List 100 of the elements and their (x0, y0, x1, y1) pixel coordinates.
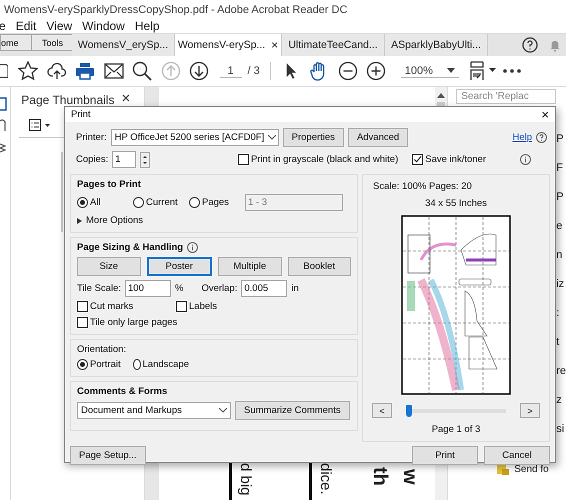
printer-dropdown[interactable]: HP OfficeJet 5200 series [ACFD0F] (110, 129, 279, 146)
search-field[interactable]: Search 'Replac (456, 89, 556, 104)
menu-item[interactable]: View (46, 20, 72, 33)
unit-label: % (175, 283, 184, 294)
checkbox-label: Print in grayscale (black and white) (250, 154, 398, 165)
info-icon[interactable] (187, 242, 198, 253)
help-icon[interactable] (522, 37, 538, 53)
help-link[interactable]: Help (512, 132, 532, 143)
menu-item[interactable]: Edit (16, 20, 36, 33)
mode-button[interactable]: Booklet (288, 257, 351, 276)
tool-label[interactable]: P (556, 190, 566, 204)
overlap-field[interactable]: 0.005 (241, 280, 288, 297)
checkbox-label: Cut marks (90, 301, 134, 312)
checkbox-label: Labels (189, 301, 217, 312)
page-number-field[interactable]: 1 (220, 64, 242, 78)
field-label: Overlap: (201, 283, 238, 294)
tab[interactable]: UltimateTeeCand... (282, 34, 385, 56)
zoom-in-icon[interactable] (366, 61, 386, 81)
mode-button[interactable]: Size (77, 257, 140, 276)
section-title: Page Sizing & Handling (77, 242, 184, 253)
tool-label[interactable]: t (556, 335, 566, 349)
more-icon[interactable] (502, 69, 521, 73)
radio-label: Pages (202, 197, 229, 208)
window-title: WomensV-erySparklyDressCopyShop.pdf - Adobe Acrobat Reader DC (4, 4, 348, 16)
slider-thumb[interactable] (406, 404, 412, 416)
star-icon[interactable] (18, 61, 38, 81)
copies-field[interactable]: 1 (112, 151, 136, 168)
checkbox[interactable] (77, 317, 88, 328)
tool-label[interactable]: si (556, 422, 566, 436)
radio-label: Landscape (142, 359, 189, 370)
tile-scale-field[interactable]: 100 (125, 280, 171, 297)
radio-label: Current (146, 197, 178, 208)
tool-label[interactable]: e (556, 219, 566, 233)
options-icon[interactable] (29, 119, 52, 131)
caret-icon[interactable] (446, 68, 455, 73)
mode-button[interactable]: Multiple (218, 257, 282, 276)
comments-dropdown[interactable]: Document and Markups (77, 402, 231, 419)
scroll-up-icon[interactable] (437, 93, 446, 98)
spinner-icon[interactable] (140, 152, 150, 168)
section-title: Comments & Forms (77, 386, 168, 397)
previous-page-button[interactable]: < (372, 403, 392, 418)
search-icon[interactable] (132, 61, 152, 81)
checkbox[interactable] (77, 301, 88, 312)
mode-button[interactable]: Poster (146, 257, 212, 276)
dialog-button[interactable]: Advanced (348, 128, 408, 147)
tool-label[interactable]: P (556, 132, 566, 146)
page-indicator: Page 1 of 3 (432, 424, 480, 435)
tool-label[interactable]: re (556, 364, 566, 378)
caret-icon[interactable] (219, 408, 227, 413)
caret-icon[interactable] (268, 135, 276, 140)
page-setup-button[interactable]: Page Setup... (70, 446, 146, 465)
panel-title: Page Thumbnails (21, 93, 114, 107)
radio-button[interactable] (77, 359, 88, 370)
tool-label[interactable]: Send fo (514, 464, 549, 474)
pointer-icon[interactable] (284, 62, 297, 80)
page-range-field[interactable]: 1 - 3 (245, 194, 343, 211)
checkbox[interactable] (238, 154, 249, 165)
cloud-upload-icon[interactable] (46, 61, 67, 81)
close-icon[interactable]: × (271, 38, 278, 52)
menu-item[interactable]: Window (82, 20, 125, 33)
radio-label: All (90, 197, 101, 208)
expand-icon[interactable] (77, 218, 82, 224)
tab[interactable]: WomensV-erySp... × (175, 34, 282, 56)
radio-button[interactable] (77, 197, 88, 208)
checkbox[interactable] (176, 301, 187, 312)
close-icon[interactable]: × (121, 93, 130, 107)
info-icon[interactable] (520, 154, 531, 165)
radio-button[interactable] (133, 197, 144, 208)
close-icon[interactable]: × (541, 107, 549, 122)
radio-label: Portrait (90, 359, 121, 370)
section-title: Orientation: (77, 344, 128, 355)
radio-button[interactable] (133, 359, 141, 370)
print-button[interactable]: Print (412, 446, 478, 465)
dialog-button[interactable]: Properties (282, 128, 344, 147)
menu-item[interactable]: Help (134, 20, 160, 33)
checkbox[interactable] (412, 154, 424, 165)
tool-label[interactable]: F (556, 161, 566, 175)
tab[interactable]: ASparklyBabyUlti... (385, 34, 488, 56)
summarize-button[interactable]: Summarize Comments (235, 401, 350, 420)
field-label: Tile Scale: (77, 283, 121, 294)
tool-label[interactable]: z (556, 393, 566, 407)
tool-label[interactable]: iz (556, 277, 566, 291)
tool-label[interactable]: : (556, 306, 566, 320)
print-icon[interactable] (75, 61, 96, 81)
cancel-button[interactable]: Cancel (484, 446, 550, 465)
checkbox-label: Tile only large pages (90, 317, 178, 328)
more-options-label[interactable]: More Options (86, 215, 144, 226)
fit-page-icon[interactable] (469, 61, 498, 81)
help-icon[interactable] (536, 132, 547, 143)
tool-label[interactable]: n (556, 248, 566, 262)
size-label: 34 x 55 Inches (425, 198, 487, 209)
next-page-button[interactable]: > (520, 403, 540, 418)
radio-button[interactable] (189, 197, 200, 208)
zoom-dropdown[interactable]: 100% (400, 64, 459, 78)
checkbox-label: Save ink/toner (425, 154, 486, 165)
zoom-out-icon[interactable] (338, 61, 358, 81)
mail-icon[interactable] (104, 63, 124, 79)
tab[interactable]: Tools (31, 34, 72, 51)
tab[interactable]: WomensV_erySp... (72, 34, 175, 56)
tab[interactable]: ome (0, 34, 31, 51)
